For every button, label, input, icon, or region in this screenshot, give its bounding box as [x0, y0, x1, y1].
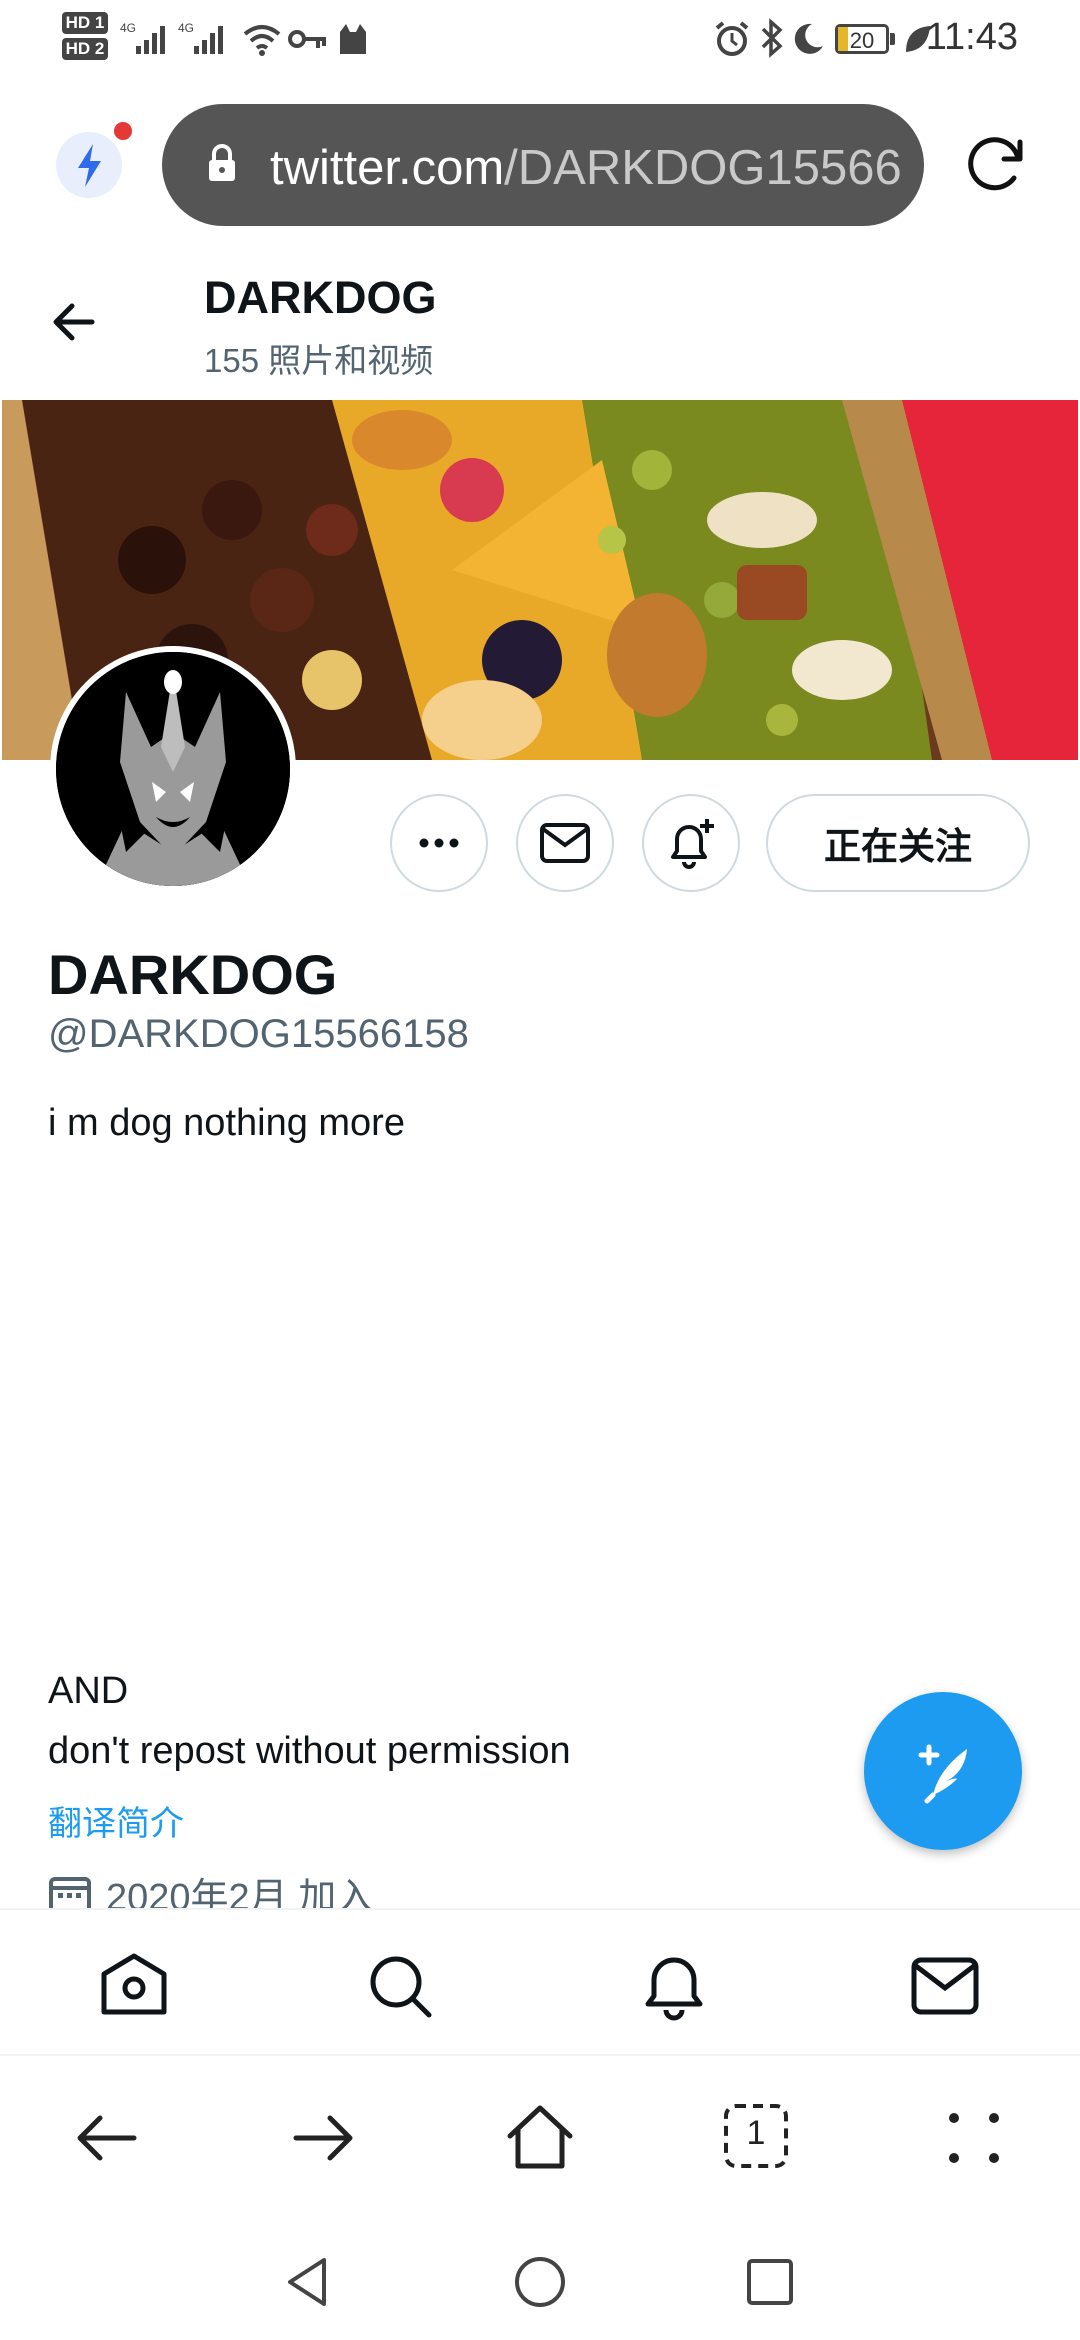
compose-button[interactable] [864, 1692, 1022, 1850]
tab-search[interactable] [366, 1952, 434, 2025]
browser-forward-button[interactable] [288, 2108, 358, 2173]
browser-back-button[interactable] [72, 2108, 142, 2173]
tab-notifications[interactable] [638, 1950, 710, 2027]
compose-feather-icon [918, 1744, 967, 1804]
search-icon [370, 1956, 432, 2018]
more-icon [419, 838, 459, 848]
reload-button[interactable] [960, 128, 1032, 205]
bio-line: i m dog nothing more [48, 1102, 405, 1144]
nav-back-icon [288, 2258, 326, 2306]
clock: 11:43 [925, 16, 1018, 58]
home-icon [101, 1953, 167, 2015]
notify-button[interactable] [642, 794, 740, 892]
join-date: 2020年2月 加入 [106, 1877, 375, 1908]
header-subtitle: 155 照片和视频 [204, 342, 434, 379]
message-button[interactable] [516, 794, 614, 892]
more-button[interactable] [390, 794, 488, 892]
signal-icon: 4G [120, 20, 170, 63]
forward-icon [293, 2115, 353, 2161]
signal-icon-2: 4G [178, 20, 228, 63]
bell-plus-icon [671, 819, 714, 869]
back-button[interactable] [44, 294, 104, 355]
svg-text:4G: 4G [120, 21, 136, 35]
browser-lightning-button[interactable] [56, 132, 122, 198]
back-icon [77, 2115, 137, 2161]
tab-messages[interactable] [910, 1956, 980, 2021]
user-handle: @DARKDOG15566158 [48, 1012, 469, 1056]
mail-icon [911, 1957, 979, 2015]
tabs-count: 1 [746, 2114, 766, 2152]
mail-icon [540, 823, 590, 863]
vpn-key-icon [288, 24, 328, 59]
wifi-icon [242, 20, 282, 63]
browser-home-button[interactable] [504, 2102, 576, 2177]
sim-indicator: HD 1 HD 2 [62, 12, 110, 66]
following-button[interactable]: 正在关注 [766, 794, 1030, 892]
translate-bio-link[interactable]: 翻译简介 [48, 1796, 184, 1845]
avatar-image [56, 652, 290, 886]
battery-tip [890, 33, 895, 45]
bio-line: AND [48, 1670, 129, 1712]
url-host: twitter.com [270, 141, 505, 195]
reload-icon [968, 137, 1023, 191]
header-title: DARKDOG [204, 272, 437, 323]
arrow-left-icon [53, 303, 95, 341]
url-text[interactable]: twitter.com/DARKDOG15566 [270, 140, 902, 196]
lightning-icon [78, 144, 101, 187]
bluetooth-icon [760, 18, 784, 63]
nav-recents-button[interactable] [744, 2256, 796, 2313]
calendar-icon [49, 1876, 91, 1908]
alarm-icon [714, 20, 750, 63]
bell-icon [645, 1957, 703, 2021]
nav-home-button[interactable] [512, 2254, 568, 2315]
battery-indicator: 20 [835, 24, 889, 54]
do-not-disturb-moon-icon [790, 20, 826, 63]
cat-app-icon [336, 22, 370, 61]
nav-back-button[interactable] [282, 2254, 332, 2315]
status-bar: HD 1 HD 2 4G 4G 20 11:43 [0, 0, 1080, 80]
browser-tabs-button[interactable]: 1 [722, 2102, 790, 2170]
battery-level: 20 [849, 28, 875, 53]
twitter-tab-bar [0, 1908, 1080, 2056]
svg-text:4G: 4G [178, 21, 194, 35]
menu-icon [949, 2113, 999, 2163]
system-nav-bar [0, 2226, 1080, 2340]
sim1-label: HD 1 [62, 12, 108, 34]
url-path: /DARKDOG15566 [504, 141, 902, 195]
notification-dot [114, 122, 132, 140]
home-icon [507, 2105, 573, 2169]
tab-home[interactable] [98, 1952, 170, 2023]
display-name: DARKDOG [48, 943, 338, 1006]
nav-home-icon [515, 2257, 565, 2307]
bio-line: don't repost without permission [48, 1730, 571, 1772]
browser-toolbar: 1 [0, 2056, 1080, 2226]
nav-recents-icon [747, 2259, 793, 2305]
lock-icon [206, 144, 238, 189]
browser-menu-button[interactable] [944, 2108, 1004, 2173]
sim2-label: HD 2 [62, 38, 108, 60]
join-date-row: 2020年2月 加入 [48, 1866, 648, 1908]
